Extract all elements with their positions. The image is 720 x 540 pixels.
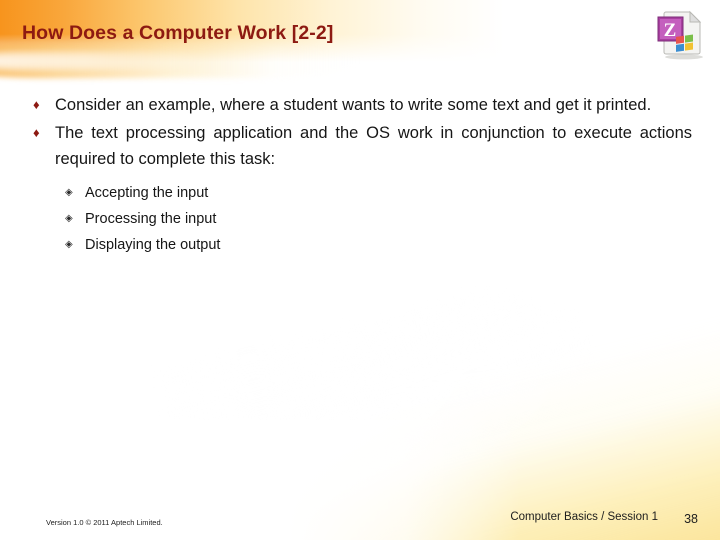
sub-bullet-item: ◈ Displaying the output — [0, 234, 720, 256]
hollow-diamond-bullet-icon: ◈ — [65, 213, 73, 224]
sub-bullet-list: ◈ Accepting the input ◈ Processing the i… — [0, 182, 720, 256]
sub-bullet-item: ◈ Accepting the input — [0, 182, 720, 204]
diamond-bullet-icon: ♦ — [33, 125, 40, 140]
sub-bullet-item: ◈ Processing the input — [0, 208, 720, 230]
hollow-diamond-bullet-icon: ◈ — [65, 187, 73, 198]
hollow-diamond-bullet-icon: ◈ — [65, 239, 73, 250]
diamond-bullet-icon: ♦ — [33, 97, 40, 112]
bullet-item: ♦ Consider an example, where a student w… — [0, 92, 720, 118]
bullet-text: The text processing application and the … — [55, 124, 692, 168]
page-title: How Does a Computer Work [2-2] — [22, 22, 334, 44]
bullet-item: ♦ The text processing application and th… — [0, 120, 720, 172]
svg-text:Z: Z — [664, 20, 677, 41]
bullet-text: Consider an example, where a student wan… — [55, 96, 652, 114]
page-number: 38 — [684, 512, 698, 526]
aptech-document-logo: Z — [654, 8, 708, 60]
header-swoosh-highlight — [0, 52, 210, 70]
sub-bullet-text: Displaying the output — [85, 237, 221, 253]
copyright-notice: Version 1.0 © 2011 Aptech Limited. — [46, 518, 163, 527]
course-session-label: Computer Basics / Session 1 — [510, 511, 658, 523]
sub-bullet-text: Accepting the input — [85, 185, 209, 201]
sub-bullet-text: Processing the input — [85, 211, 217, 227]
slide: How Does a Computer Work [2-2] Z ♦ Consi… — [0, 0, 720, 540]
slide-content: ♦ Consider an example, where a student w… — [0, 92, 720, 260]
